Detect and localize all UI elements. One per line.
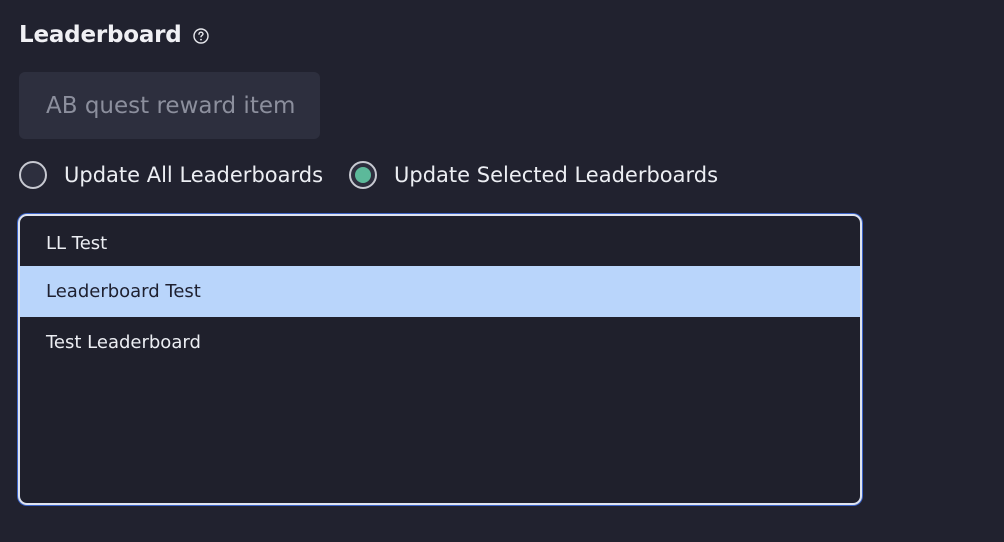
reward-item-field[interactable]: AB quest reward item bbox=[19, 72, 320, 139]
update-mode-radio-group: Update All Leaderboards Update Selected … bbox=[19, 159, 718, 191]
radio-update-selected[interactable]: Update Selected Leaderboards bbox=[349, 161, 718, 189]
list-item-leaderboard-test[interactable]: Leaderboard Test bbox=[20, 266, 860, 317]
list-item-ll-test[interactable]: LL Test bbox=[20, 216, 860, 266]
section-title: Leaderboard bbox=[19, 22, 182, 48]
radio-button-checked[interactable] bbox=[349, 161, 378, 189]
section-header: Leaderboard bbox=[19, 18, 209, 52]
leaderboard-panel: Leaderboard AB quest reward item Update … bbox=[0, 0, 1004, 542]
reward-item-placeholder: AB quest reward item bbox=[46, 92, 296, 119]
radio-update-all[interactable]: Update All Leaderboards bbox=[19, 161, 323, 189]
radio-selected-dot bbox=[355, 167, 372, 183]
radio-label-update-selected: Update Selected Leaderboards bbox=[394, 163, 719, 187]
radio-button-unchecked[interactable] bbox=[19, 161, 47, 189]
radio-label-update-all: Update All Leaderboards bbox=[64, 163, 324, 187]
question-circle-icon[interactable] bbox=[192, 27, 209, 44]
list-item-test-leaderboard[interactable]: Test Leaderboard bbox=[20, 317, 860, 368]
leaderboard-listbox[interactable]: LL Test Leaderboard Test Test Leaderboar… bbox=[18, 214, 862, 505]
